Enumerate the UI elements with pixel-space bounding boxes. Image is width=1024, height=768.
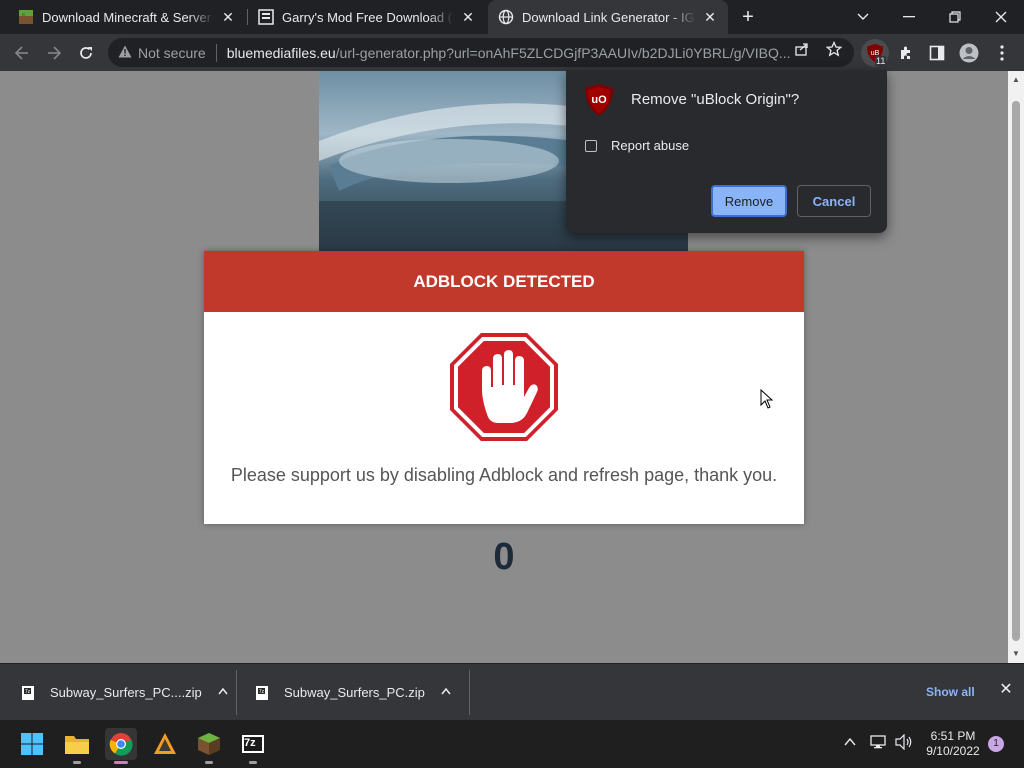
chevron-up-icon[interactable] xyxy=(441,687,451,698)
chevron-up-icon[interactable] xyxy=(844,734,856,749)
menu-kebab-icon[interactable] xyxy=(988,39,1016,67)
window-close-icon[interactable] xyxy=(978,0,1024,34)
clock-time: 6:51 PM xyxy=(930,729,976,743)
clock-date: 9/10/2022 xyxy=(926,744,980,758)
new-tab-button[interactable]: + xyxy=(737,6,759,28)
active-indicator xyxy=(114,761,128,764)
tab-garrys-mod[interactable]: Garry's Mod Free Download (Latest) ✕ xyxy=(248,0,486,34)
zip-file-icon: 7z xyxy=(22,685,34,700)
download-item[interactable]: 7z Subway_Surfers_PC....zip xyxy=(20,664,228,721)
side-panel-icon[interactable] xyxy=(923,39,951,67)
page-scrollbar[interactable]: ▲ ▼ xyxy=(1008,71,1024,663)
minecraft-grass-icon xyxy=(18,9,34,25)
tab-strip: Download Minecraft & Server Software ✕ G… xyxy=(0,0,1024,34)
modal-title: ADBLOCK DETECTED xyxy=(204,251,804,312)
stop-hand-icon xyxy=(450,333,558,441)
taskbar: 7z 6:51 PM 9/10/2022 1 xyxy=(0,720,1024,768)
profile-avatar-icon[interactable] xyxy=(955,39,983,67)
windows-start-icon[interactable] xyxy=(16,728,48,760)
zip-file-icon: 7z xyxy=(256,685,268,700)
scroll-up-icon[interactable]: ▲ xyxy=(1008,73,1024,87)
globe-icon xyxy=(498,9,514,25)
download-filename: Subway_Surfers_PC....zip xyxy=(50,685,202,700)
adblock-modal: ADBLOCK DETECTED Please support us by di… xyxy=(204,251,804,524)
svg-text:uO: uO xyxy=(591,94,607,106)
download-filename: Subway_Surfers_PC.zip xyxy=(284,685,425,700)
svg-text:7z: 7z xyxy=(25,689,31,695)
file-explorer-icon[interactable] xyxy=(61,728,93,764)
download-separator xyxy=(236,670,237,715)
system-clock[interactable]: 6:51 PM 9/10/2022 xyxy=(918,729,988,759)
volume-icon[interactable] xyxy=(895,733,913,753)
share-icon[interactable] xyxy=(794,41,810,57)
tab-title: Garry's Mod Free Download (Latest) xyxy=(282,9,454,25)
running-indicator xyxy=(249,761,257,764)
remove-button[interactable]: Remove xyxy=(711,185,787,217)
back-button[interactable] xyxy=(8,39,36,67)
ublock-origin-logo-icon: uO xyxy=(585,84,613,116)
minimize-icon[interactable] xyxy=(886,0,932,34)
remove-extension-dialog: uO Remove "uBlock Origin"? Report abuse … xyxy=(566,70,887,233)
forward-button[interactable] xyxy=(40,39,68,67)
network-icon[interactable] xyxy=(870,734,888,753)
scroll-down-icon[interactable]: ▼ xyxy=(1008,647,1024,661)
dialog-title: Remove "uBlock Origin"? xyxy=(631,91,800,108)
report-abuse-label[interactable]: Report abuse xyxy=(611,138,689,153)
show-all-link[interactable]: Show all xyxy=(926,685,975,699)
running-indicator xyxy=(73,761,81,764)
ublock-badge: 11 xyxy=(875,56,887,66)
scrollbar-thumb[interactable] xyxy=(1012,101,1020,641)
cancel-button[interactable]: Cancel xyxy=(797,185,871,217)
address-bar[interactable]: Not secure bluemediafiles.eu /url-genera… xyxy=(108,38,854,67)
running-indicator xyxy=(205,761,213,764)
download-separator xyxy=(469,670,470,715)
close-shelf-icon[interactable]: ✕ xyxy=(998,682,1014,698)
url-host: bluemediafiles.eu xyxy=(226,44,336,61)
url-path: /url-generator.php?url=onAhF5ZLCDGjfP3AA… xyxy=(335,44,791,61)
arrow-right-icon xyxy=(48,46,62,60)
ublock-extension-button[interactable]: uB 11 xyxy=(861,39,889,67)
reload-button[interactable] xyxy=(72,39,100,67)
7zip-label: 7z xyxy=(244,737,256,749)
close-icon[interactable]: ✕ xyxy=(220,9,236,25)
chevron-up-icon[interactable] xyxy=(218,687,228,698)
minecraft-icon[interactable] xyxy=(193,728,225,764)
arrow-left-icon xyxy=(14,46,28,60)
igggames-icon xyxy=(258,9,274,25)
report-abuse-checkbox[interactable] xyxy=(585,140,597,152)
tab-search-icon[interactable] xyxy=(840,0,886,34)
countdown-counter: 0 xyxy=(493,536,515,578)
svg-text:7z: 7z xyxy=(259,689,265,695)
security-label[interactable]: Not secure xyxy=(138,45,206,61)
downloads-shelf: 7z Subway_Surfers_PC....zip 7z Subway_Su… xyxy=(0,663,1024,720)
screen: Download Minecraft & Server Software ✕ G… xyxy=(0,0,1024,768)
chrome-icon[interactable] xyxy=(105,728,137,764)
notification-badge[interactable]: 1 xyxy=(988,736,1004,752)
app-icon[interactable] xyxy=(149,728,181,760)
modal-message: Please support us by disabling Adblock a… xyxy=(230,465,778,485)
restore-icon[interactable] xyxy=(932,0,978,34)
tab-title: Download Link Generator - IGGGAMES xyxy=(522,9,696,25)
browser-toolbar: Not secure bluemediafiles.eu /url-genera… xyxy=(0,34,1024,71)
download-item[interactable]: 7z Subway_Surfers_PC.zip xyxy=(254,664,451,721)
address-separator xyxy=(215,43,217,62)
tab-link-generator[interactable]: Download Link Generator - IGGGAMES ✕ xyxy=(488,0,728,34)
tab-title: Download Minecraft & Server Software xyxy=(42,9,214,25)
star-icon[interactable] xyxy=(826,41,842,57)
close-icon[interactable]: ✕ xyxy=(460,9,476,25)
reload-icon xyxy=(80,47,92,59)
tab-minecraft[interactable]: Download Minecraft & Server Software ✕ xyxy=(8,0,246,34)
mouse-cursor-icon xyxy=(760,389,774,409)
close-icon[interactable]: ✕ xyxy=(702,9,718,25)
extensions-icon[interactable] xyxy=(892,39,920,67)
7zip-icon[interactable]: 7z xyxy=(237,728,269,764)
warning-icon[interactable] xyxy=(118,45,132,61)
